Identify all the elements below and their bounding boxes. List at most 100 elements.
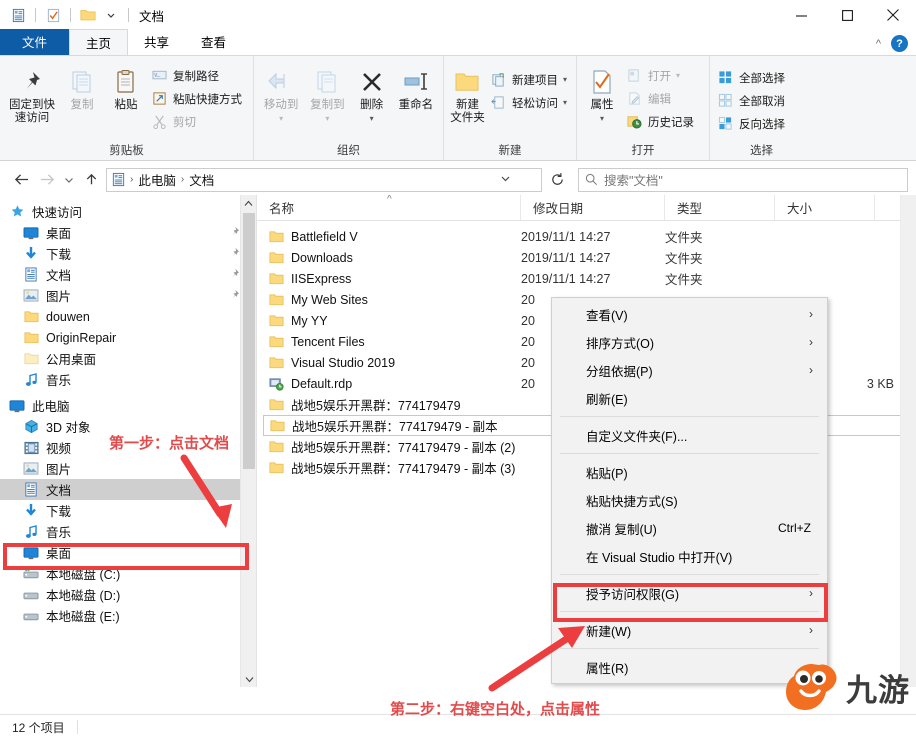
menu-item-undo-copy[interactable]: 撤消 复制(U) Ctrl+Z xyxy=(552,514,827,542)
rename-button[interactable]: 重命名 xyxy=(393,62,439,112)
table-row[interactable]: Downloads 2019/11/1 14:27 文件夹 xyxy=(257,247,916,268)
sidebar-item-drive-e[interactable]: 本地磁盘 (E:) xyxy=(0,605,256,626)
sidebar-item-drive-d[interactable]: 本地磁盘 (D:) xyxy=(0,584,256,605)
breadcrumb-separator-2[interactable]: › xyxy=(179,174,186,185)
table-row[interactable]: IISExpress 2019/11/1 14:27 文件夹 xyxy=(257,268,916,289)
easy-access-label: 轻松访问 xyxy=(511,97,558,110)
maximize-button[interactable] xyxy=(824,0,870,30)
documents-icon[interactable] xyxy=(8,5,28,25)
tab-share[interactable]: 共享 xyxy=(128,29,185,55)
navigation-pane-scrollbar[interactable] xyxy=(240,195,256,687)
help-button[interactable]: ? xyxy=(891,35,908,52)
music-icon xyxy=(22,372,40,388)
pin-icon[interactable] xyxy=(229,289,240,303)
sidebar-item-documents-quick[interactable]: 文档 xyxy=(0,264,256,285)
copy-to-button[interactable]: 复制到 ▾ xyxy=(304,62,350,125)
pin-icon[interactable] xyxy=(229,226,240,240)
menu-item-group-by[interactable]: 分组依据(P) › xyxy=(552,356,827,384)
properties-icon[interactable] xyxy=(43,5,63,25)
sidebar-item-douwen[interactable]: douwen xyxy=(0,306,256,327)
minimize-button[interactable] xyxy=(778,0,824,30)
copy-path-button[interactable]: \\.. 复制路径 xyxy=(148,64,247,87)
address-dropdown-button[interactable] xyxy=(500,173,511,187)
file-name: IISExpress xyxy=(291,271,352,286)
menu-item-customize-folder[interactable]: 自定义文件夹(F)... xyxy=(552,421,827,449)
move-to-caret-icon: ▾ xyxy=(279,114,284,123)
pin-icon[interactable] xyxy=(229,268,240,282)
window-controls xyxy=(778,0,916,30)
menu-item-open-in-visual-studio[interactable]: 在 Visual Studio 中打开(V) xyxy=(552,542,827,570)
tab-file[interactable]: 文件 xyxy=(0,29,70,55)
move-to-icon xyxy=(267,65,295,99)
edit-button[interactable]: 编辑 xyxy=(623,87,699,110)
scroll-up-icon[interactable] xyxy=(241,195,256,211)
move-to-button[interactable]: 移动到 ▾ xyxy=(258,62,304,125)
tab-home[interactable]: 主页 xyxy=(69,29,129,55)
pin-icon[interactable] xyxy=(229,247,240,261)
new-folder-icon[interactable] xyxy=(78,5,98,25)
scroll-down-icon[interactable] xyxy=(241,671,256,687)
open-button[interactable]: 打开 ▾ xyxy=(623,64,699,87)
sidebar-label: 3D 对象 xyxy=(46,421,91,435)
sidebar-item-pictures-quick[interactable]: 图片 xyxy=(0,285,256,306)
navigation-pane-scroll-thumb[interactable] xyxy=(243,213,255,469)
sidebar-item-originrepair[interactable]: OriginRepair xyxy=(0,327,256,348)
pin-to-quick-access-button[interactable]: 固定到快 速访问 xyxy=(4,62,60,125)
history-label: 历史记录 xyxy=(648,116,694,129)
invert-selection-button[interactable]: 反向选择 xyxy=(714,112,790,135)
address-bar[interactable]: › 此电脑 › 文档 xyxy=(106,167,542,192)
back-button[interactable] xyxy=(8,167,34,193)
sidebar-item-desktop[interactable]: 桌面 xyxy=(0,222,256,243)
column-header-size[interactable]: 大小 xyxy=(775,195,875,220)
copy-button[interactable]: 复制 xyxy=(60,62,104,112)
table-row[interactable]: Battlefield V 2019/11/1 14:27 文件夹 xyxy=(257,226,916,247)
sidebar-item-quick-access[interactable]: 快速访问 xyxy=(0,201,256,222)
search-box[interactable]: 搜索"文档" xyxy=(578,167,908,192)
file-date-cell: 2019/11/1 14:27 xyxy=(521,250,611,265)
sidebar-item-public-desktop[interactable]: 公用桌面 xyxy=(0,348,256,369)
tab-view[interactable]: 查看 xyxy=(185,29,242,55)
select-none-button[interactable]: 全部取消 xyxy=(714,89,790,112)
recent-locations-button[interactable] xyxy=(60,167,78,193)
menu-item-paste[interactable]: 粘贴(P) xyxy=(552,458,827,486)
paste-shortcut-button[interactable]: 粘贴快捷方式 xyxy=(148,87,247,110)
ribbon-right-controls: ^ ? xyxy=(876,35,908,52)
menu-item-label: 粘贴快捷方式(S) xyxy=(586,494,678,509)
up-button[interactable] xyxy=(78,167,104,193)
sidebar-item-downloads[interactable]: 下载 xyxy=(0,243,256,264)
sidebar-item-this-pc[interactable]: 此电脑 xyxy=(0,395,256,416)
column-header-name[interactable]: 名称 ^ xyxy=(257,195,521,220)
easy-access-caret-icon: ▾ xyxy=(562,98,567,107)
copy-path-label: 复制路径 xyxy=(173,70,219,83)
paste-shortcut-label: 粘贴快捷方式 xyxy=(173,93,242,106)
menu-item-refresh[interactable]: 刷新(E) xyxy=(552,384,827,412)
menu-item-paste-shortcut[interactable]: 粘贴快捷方式(S) xyxy=(552,486,827,514)
cut-button[interactable]: 剪切 xyxy=(148,110,247,133)
column-header-type[interactable]: 类型 xyxy=(665,195,775,220)
new-folder-button[interactable]: 新建 文件夹 xyxy=(448,62,487,125)
column-header-date[interactable]: 修改日期 xyxy=(521,195,665,220)
select-all-button[interactable]: 全部选择 xyxy=(714,66,790,89)
sidebar-item-music-quick[interactable]: 音乐 xyxy=(0,369,256,390)
breadcrumb-separator-1[interactable]: › xyxy=(128,174,135,185)
paste-button[interactable]: 粘贴 xyxy=(104,62,148,112)
menu-item-sort-by[interactable]: 排序方式(O) › xyxy=(552,328,827,356)
collapse-ribbon-button[interactable]: ^ xyxy=(876,38,881,50)
new-item-button[interactable]: 新建项目 ▾ xyxy=(487,68,572,91)
easy-access-button[interactable]: 轻松访问 ▾ xyxy=(487,91,572,114)
folder-icon xyxy=(269,272,284,285)
forward-button[interactable] xyxy=(34,167,60,193)
delete-button[interactable]: 删除 ▾ xyxy=(350,62,392,125)
history-button[interactable]: 历史记录 xyxy=(623,110,699,133)
properties-button[interactable]: 属性 ▾ xyxy=(581,62,623,125)
file-list-scrollbar[interactable] xyxy=(900,195,916,687)
drive-icon xyxy=(22,608,40,624)
breadcrumb-this-pc[interactable]: 此电脑 xyxy=(135,170,179,189)
menu-item-view[interactable]: 查看(V) › xyxy=(552,300,827,328)
sidebar-label: douwen xyxy=(46,309,90,324)
breadcrumb-documents[interactable]: 文档 xyxy=(186,170,217,189)
refresh-button[interactable] xyxy=(542,167,572,193)
close-button[interactable] xyxy=(870,0,916,30)
customize-icon[interactable] xyxy=(101,5,121,25)
menu-item-label: 自定义文件夹(F)... xyxy=(586,429,688,444)
